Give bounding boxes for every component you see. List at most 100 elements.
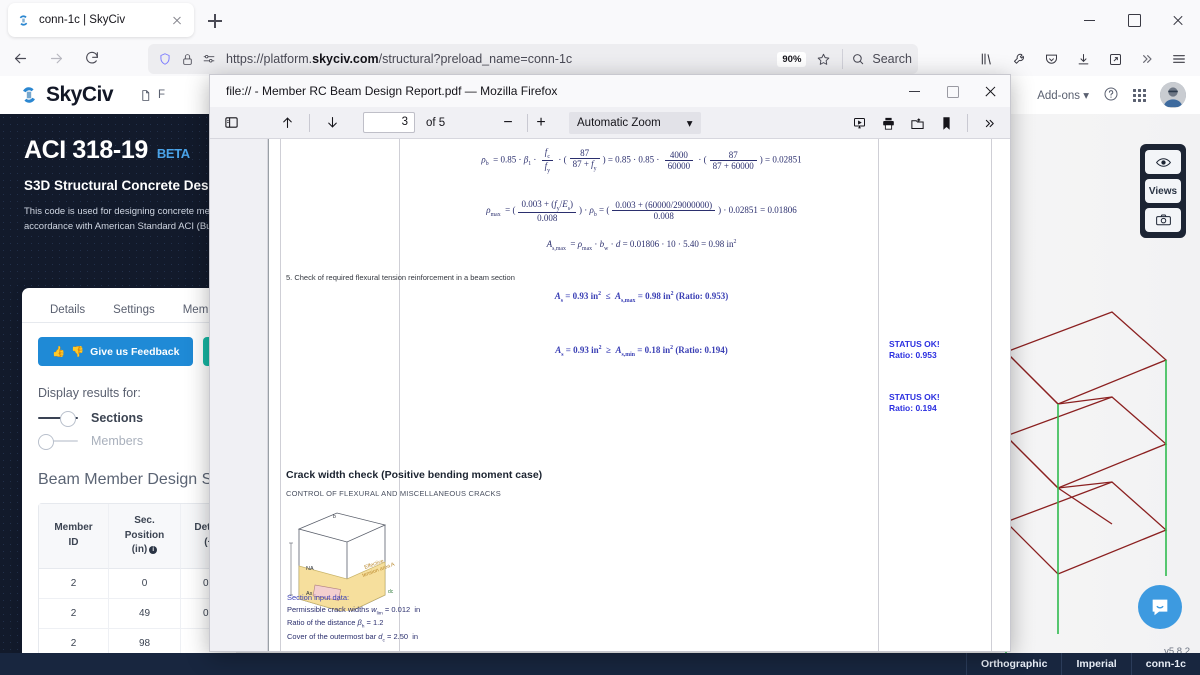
zoom-in-button[interactable]: + bbox=[528, 111, 554, 135]
members-toggle[interactable] bbox=[38, 433, 78, 449]
maximize-button[interactable] bbox=[1112, 0, 1156, 40]
pdf-title-bar[interactable]: file:// - Member RC Beam Design Report.p… bbox=[210, 75, 1010, 107]
header-file-label: F bbox=[158, 89, 165, 101]
cell-position: 0 bbox=[109, 569, 181, 599]
presentation-mode-icon[interactable] bbox=[846, 111, 872, 135]
status-title: STATUS OK! bbox=[889, 339, 940, 349]
pdf-sidebar[interactable] bbox=[210, 139, 268, 651]
visibility-icon[interactable] bbox=[1145, 150, 1181, 174]
status-units[interactable]: Imperial bbox=[1061, 653, 1130, 675]
status-bar: Orthographic Imperial conn-1c bbox=[0, 653, 1200, 675]
double-chevron-icon[interactable] bbox=[976, 111, 1002, 135]
print-icon[interactable] bbox=[875, 111, 901, 135]
save-icon[interactable] bbox=[904, 111, 930, 135]
chat-bubble-icon[interactable] bbox=[1138, 585, 1182, 629]
status-projection[interactable]: Orthographic bbox=[966, 653, 1062, 675]
zoom-out-button[interactable]: − bbox=[495, 111, 521, 135]
up-arrow-icon[interactable] bbox=[274, 111, 300, 135]
shield-icon[interactable] bbox=[154, 48, 176, 70]
views-button[interactable]: Views bbox=[1145, 179, 1181, 203]
permissions-icon[interactable] bbox=[198, 48, 220, 70]
overflow-icon[interactable] bbox=[1132, 44, 1162, 74]
open-external-icon[interactable] bbox=[1100, 44, 1130, 74]
browser-toolbar-right bbox=[972, 44, 1194, 74]
user-avatar[interactable] bbox=[1160, 82, 1186, 108]
page-total-label: of 5 bbox=[426, 117, 445, 129]
section-5-heading: 5. Check of required flexural tension re… bbox=[286, 273, 515, 282]
input-data-line2: Ratio of the distance βh = 1.2 bbox=[287, 617, 420, 631]
new-tab-button[interactable] bbox=[203, 9, 227, 33]
header-file-group[interactable]: F bbox=[139, 89, 165, 102]
tab-details[interactable]: Details bbox=[36, 298, 99, 322]
logo-text: SkyCiv bbox=[46, 83, 113, 107]
apps-grid-icon[interactable] bbox=[1133, 89, 1146, 102]
help-icon[interactable] bbox=[1103, 86, 1119, 105]
zoom-select[interactable]: Automatic Zoom ▾ bbox=[569, 112, 701, 134]
minimize-button[interactable] bbox=[1068, 0, 1112, 40]
lock-icon[interactable] bbox=[176, 48, 198, 70]
viewport-tools: Views bbox=[1140, 144, 1186, 238]
search-input[interactable]: Search bbox=[851, 52, 912, 66]
col-member-id: MemberID bbox=[39, 504, 109, 569]
library-icon[interactable] bbox=[972, 44, 1002, 74]
close-icon[interactable] bbox=[168, 11, 186, 29]
pdf-body[interactable]: ρb = 0.85 · β1 · fcfy · (8787 + fy) = 0.… bbox=[210, 139, 1010, 651]
feedback-button[interactable]: 👍 👎 Give us Feedback bbox=[38, 337, 193, 366]
browser-tab[interactable]: conn-1c | SkyCiv bbox=[8, 3, 194, 37]
skyciv-logo[interactable]: SkyCiv bbox=[18, 83, 113, 107]
panel-subtitle: S3D Structural Concrete Design bbox=[24, 178, 236, 193]
cell-member: 2 bbox=[39, 569, 109, 599]
status-badge-1: STATUS OK! Ratio: 0.953 bbox=[889, 339, 940, 362]
status-ratio: Ratio: 0.194 bbox=[889, 403, 937, 413]
bookmark-icon[interactable] bbox=[933, 111, 959, 135]
pdf-minimize-button[interactable] bbox=[896, 75, 934, 107]
tools-icon[interactable] bbox=[1004, 44, 1034, 74]
address-bar[interactable]: https://platform.skyciv.com/structural?p… bbox=[148, 44, 918, 74]
addons-menu[interactable]: Add-ons ▾ bbox=[1037, 88, 1089, 102]
pdf-close-button[interactable] bbox=[972, 75, 1010, 107]
back-arrow-icon[interactable] bbox=[4, 43, 36, 73]
pdf-maximize-button[interactable] bbox=[934, 75, 972, 107]
status-ratio: Ratio: 0.953 bbox=[889, 350, 937, 360]
tab-settings[interactable]: Settings bbox=[99, 298, 169, 322]
input-data-line3: Cover of the outermost bar dc = 2.50 in bbox=[287, 631, 420, 645]
downloads-icon[interactable] bbox=[1068, 44, 1098, 74]
sidebar-toggle-icon[interactable] bbox=[218, 111, 244, 135]
crack-width-subtitle: CONTROL OF FLEXURAL AND MISCELLANEOUS CR… bbox=[286, 489, 501, 498]
zoom-level-badge[interactable]: 90% bbox=[777, 52, 806, 67]
panel-title: ACI 318-19 BETA bbox=[24, 136, 236, 165]
tab-strip: conn-1c | SkyCiv bbox=[0, 0, 1200, 40]
pdf-toolbar-right bbox=[846, 107, 1002, 139]
svg-text:NA: NA bbox=[306, 566, 314, 572]
status-title: STATUS OK! bbox=[889, 392, 940, 402]
divider bbox=[309, 114, 310, 132]
col-sec-position: Sec.Position(in)i bbox=[109, 504, 181, 569]
status-project[interactable]: conn-1c bbox=[1131, 653, 1200, 675]
pdf-toolbar: 3 of 5 − + Automatic Zoom ▾ bbox=[210, 107, 1010, 139]
browser-chrome: conn-1c | SkyCiv bbox=[0, 0, 1200, 76]
pocket-icon[interactable] bbox=[1036, 44, 1066, 74]
pdf-window-controls bbox=[896, 75, 1010, 107]
header-right: Add-ons ▾ bbox=[1037, 76, 1186, 114]
page-rule bbox=[878, 139, 879, 651]
app-menu-icon[interactable] bbox=[1164, 44, 1194, 74]
sections-toggle[interactable] bbox=[38, 410, 78, 426]
cell-position: 49 bbox=[109, 599, 181, 629]
check-as-max: As = 0.93 in2 ≤ As,max = 0.98 in2 (Ratio… bbox=[409, 291, 874, 304]
section-input-data: Section input data: Permissible crack wi… bbox=[287, 592, 420, 645]
thumbs-up-icon: 👍 bbox=[52, 345, 65, 358]
url-text[interactable]: https://platform.skyciv.com/structural?p… bbox=[226, 52, 777, 66]
formula-rho-max: ρmax = (0.003 + (fy/Es)0.008) · ρb = (0.… bbox=[409, 199, 874, 223]
close-window-button[interactable] bbox=[1156, 0, 1200, 40]
page-number-input[interactable]: 3 bbox=[363, 112, 415, 133]
pdf-viewer-window[interactable]: file:// - Member RC Beam Design Report.p… bbox=[209, 74, 1011, 652]
star-icon[interactable] bbox=[812, 48, 834, 70]
svg-text:b: b bbox=[333, 514, 336, 520]
check-as-min: As = 0.93 in2 ≥ As,min = 0.18 in2 (Ratio… bbox=[409, 345, 874, 358]
camera-icon[interactable] bbox=[1145, 208, 1181, 232]
down-arrow-icon[interactable] bbox=[319, 111, 345, 135]
window-controls bbox=[1068, 0, 1200, 40]
thumbs-down-icon: 👎 bbox=[71, 345, 84, 358]
forward-arrow-icon[interactable] bbox=[40, 43, 72, 73]
reload-icon[interactable] bbox=[76, 43, 108, 73]
